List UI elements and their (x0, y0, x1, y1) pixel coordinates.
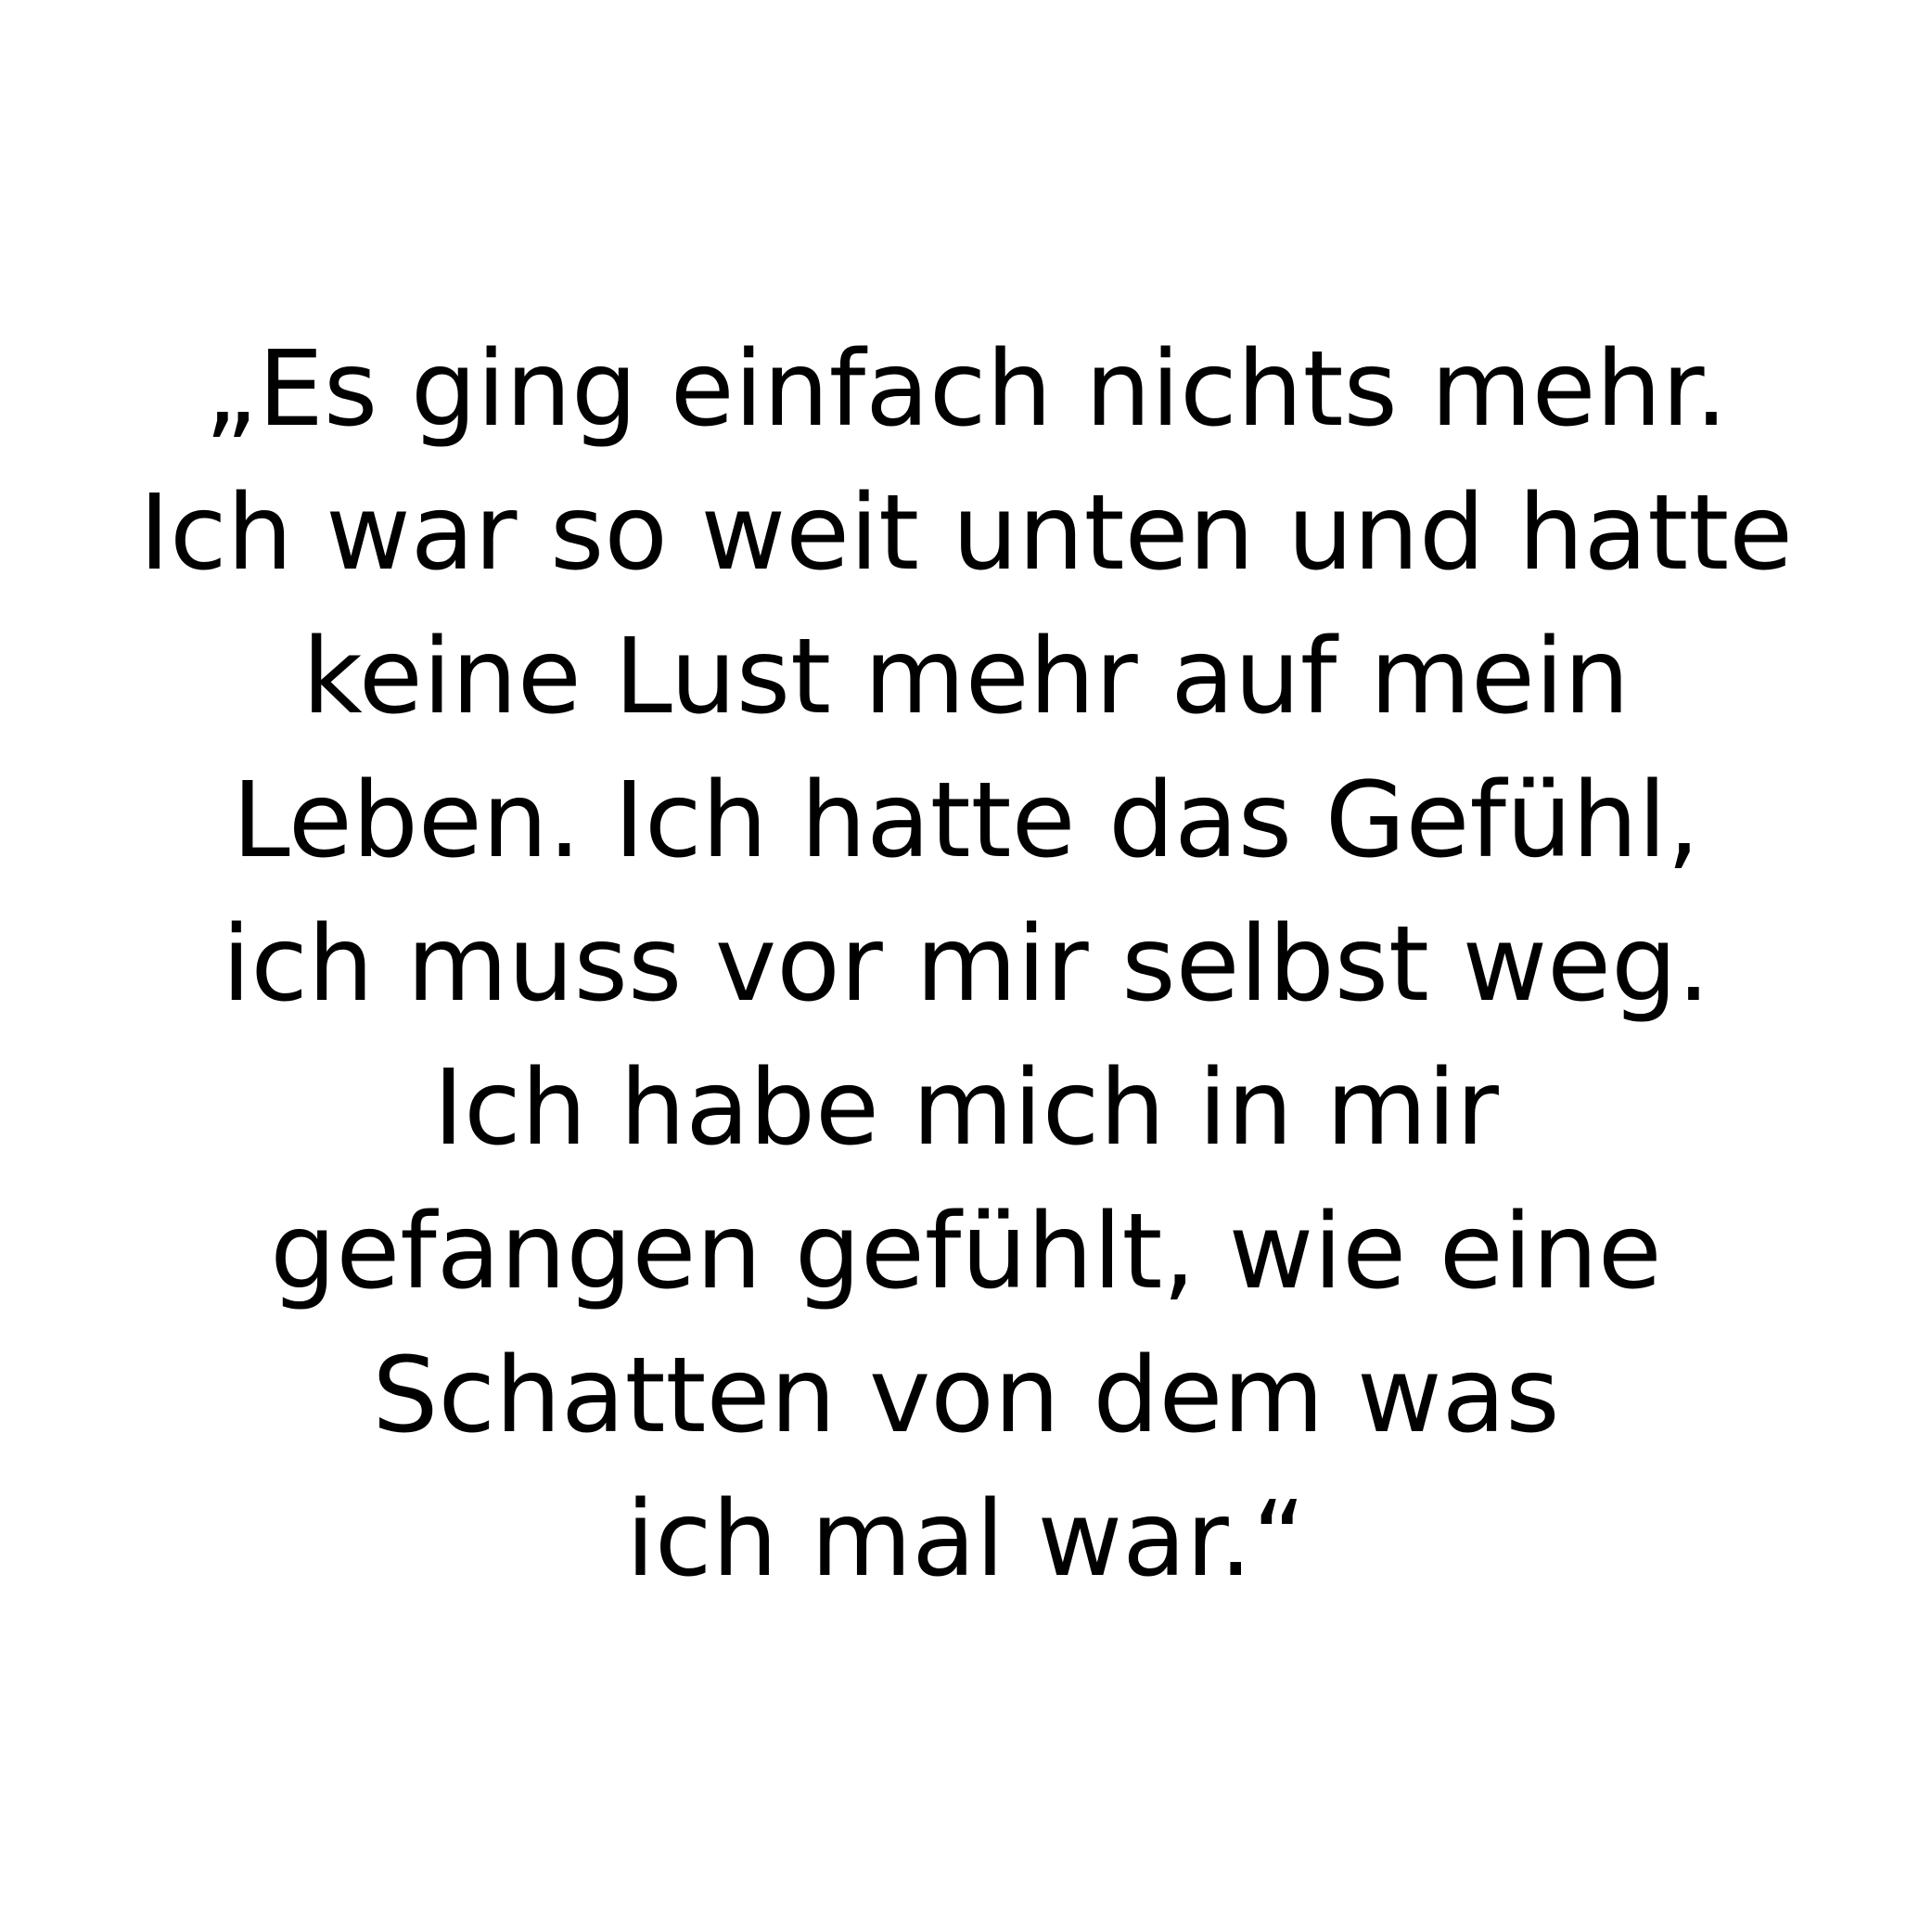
quote-line-2: Ich war so weit unten und hatte (138, 473, 1794, 594)
quote-line-1: „Es ging einfach nichts mehr. (204, 329, 1728, 450)
quote-line-4: Leben. Ich hatte das Gefühl, (232, 761, 1700, 881)
quote-text: „Es ging einfach nichts mehr. Ich war so… (0, 318, 1932, 1612)
quote-line-3: keine Lust mehr auf mein (301, 617, 1631, 737)
quote-line-6: Ich habe mich in mir (433, 1048, 1499, 1169)
quote-line-5: ich muss vor mir selbst weg. (222, 904, 1710, 1025)
quote-line-7: gefangen gefühlt, wie eine (270, 1192, 1662, 1312)
quote-line-9: ich mal war.“ (625, 1479, 1307, 1600)
quote-line-8: Schatten von dem was (372, 1336, 1560, 1456)
